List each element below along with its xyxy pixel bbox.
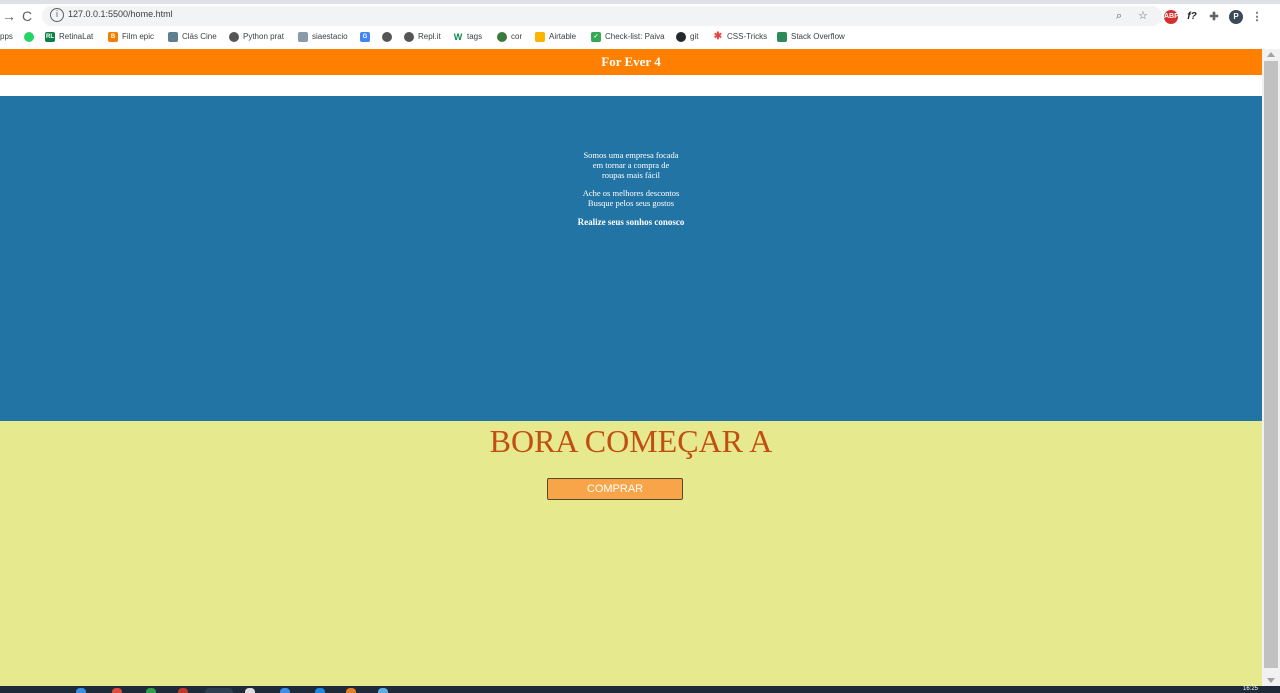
globe-icon <box>229 31 239 42</box>
taskbar-app-icon[interactable] <box>315 688 325 693</box>
bookmark-translate[interactable]: G <box>360 30 374 43</box>
taskbar-app-icon[interactable] <box>205 688 233 693</box>
bookmark-apps[interactable]: pps <box>0 30 13 43</box>
bookmark-siaestacio[interactable]: siaestacio <box>298 30 348 43</box>
web-page: For Ever 4 Somos uma empresa focada em t… <box>0 49 1262 686</box>
page-scrollbar[interactable] <box>1262 49 1280 686</box>
address-bar[interactable]: i 127.0.0.1:5500/home.html ⌕ ☆ <box>42 6 1162 26</box>
hero-tagline: Realize seus sonhos conosco <box>577 217 685 227</box>
scroll-down-arrow-icon[interactable] <box>1267 678 1275 683</box>
taskbar-app-icon[interactable] <box>146 688 156 693</box>
cor-icon <box>497 31 507 42</box>
fx-extension-icon[interactable]: f? <box>1185 10 1199 24</box>
url-text[interactable]: 127.0.0.1:5500/home.html <box>68 9 173 19</box>
translate-icon: G <box>360 31 370 42</box>
taskbar-app-icon[interactable] <box>76 688 86 693</box>
asterisk-icon: ✱ <box>713 30 723 42</box>
cta-section: BORA COMEÇAR A COMPRAR <box>0 421 1262 686</box>
bookmark-airtable[interactable]: Airtable <box>535 30 576 43</box>
cube-icon <box>298 31 308 42</box>
scroll-thumb[interactable] <box>1264 61 1278 668</box>
globe-icon <box>382 31 392 42</box>
info-icon[interactable]: i <box>50 8 64 22</box>
w-icon: W <box>453 31 463 42</box>
bookmark-cor[interactable]: cor <box>497 30 522 43</box>
whatsapp-icon <box>24 31 34 42</box>
hero-intro-text: Somos uma empresa focada em tornar a com… <box>583 150 679 180</box>
os-taskbar: 16:25 <box>0 686 1280 693</box>
taskbar-clock: 16:25 <box>1242 686 1258 692</box>
bookmark-tags[interactable]: Wtags <box>453 30 482 43</box>
taskbar-app-icon[interactable] <box>245 688 255 693</box>
adblock-icon[interactable]: ABP <box>1164 10 1179 24</box>
bookmark-film-epic[interactable]: B Film epic <box>108 30 154 43</box>
stackoverflow-icon <box>777 31 787 42</box>
menu-kebab-icon[interactable]: ⋮ <box>1250 10 1264 24</box>
zoom-icon[interactable]: ⌕ <box>1116 9 1122 23</box>
star-icon[interactable]: ☆ <box>1138 9 1148 22</box>
bookmark-git[interactable]: git <box>676 30 698 43</box>
bookmarks-bar: pps RL RetinaLat B Film epic Clás Cine Pyt… <box>0 28 1280 45</box>
hero-discount-text: Ache os melhores descontos Busque pelos … <box>582 188 680 208</box>
clascine-icon <box>168 31 178 42</box>
bookmark-globe[interactable] <box>382 30 396 43</box>
bookmark-whatsapp[interactable] <box>24 30 38 43</box>
page-header: For Ever 4 <box>0 49 1262 75</box>
bookmark-clas-cine[interactable]: Clás Cine <box>168 30 217 43</box>
bookmark-css-tricks[interactable]: ✱ CSS-Tricks <box>713 30 767 43</box>
browser-toolbar: → C i 127.0.0.1:5500/home.html ⌕ ☆ ABP f… <box>0 0 1280 28</box>
hero-section: Somos uma empresa focada em tornar a com… <box>0 96 1262 421</box>
scroll-up-arrow-icon[interactable] <box>1267 52 1275 57</box>
replit-icon <box>404 31 414 42</box>
bookmark-replit[interactable]: Repl.it <box>404 30 441 43</box>
bookmark-checklist-paiva[interactable]: ✓ Check-list: Paiva <box>591 30 665 43</box>
extensions-puzzle-icon[interactable]: ✚ <box>1207 10 1221 24</box>
back-arrow-icon[interactable]: → <box>0 7 18 25</box>
blogger-icon: B <box>108 31 118 42</box>
profile-avatar[interactable]: P <box>1229 10 1243 24</box>
airtable-icon <box>535 31 545 42</box>
header-spacer <box>0 75 1262 96</box>
github-icon <box>676 31 686 42</box>
taskbar-app-icon[interactable] <box>346 688 356 693</box>
taskbar-app-icon[interactable] <box>378 688 388 693</box>
taskbar-app-icon[interactable] <box>112 688 122 693</box>
bookmark-stack-overflow[interactable]: Stack Overflow <box>777 30 845 43</box>
bookmark-python-prat[interactable]: Python prat <box>229 30 284 43</box>
reload-icon[interactable]: C <box>18 7 36 25</box>
check-icon: ✓ <box>591 31 601 42</box>
bookmark-retinalat[interactable]: RL RetinaLat <box>45 30 93 43</box>
taskbar-app-icon[interactable] <box>178 688 188 693</box>
retinalat-icon: RL <box>45 31 55 42</box>
comprar-button[interactable]: COMPRAR <box>547 478 683 500</box>
cta-heading: BORA COMEÇAR A <box>489 423 773 459</box>
taskbar-app-icon[interactable] <box>280 688 290 693</box>
